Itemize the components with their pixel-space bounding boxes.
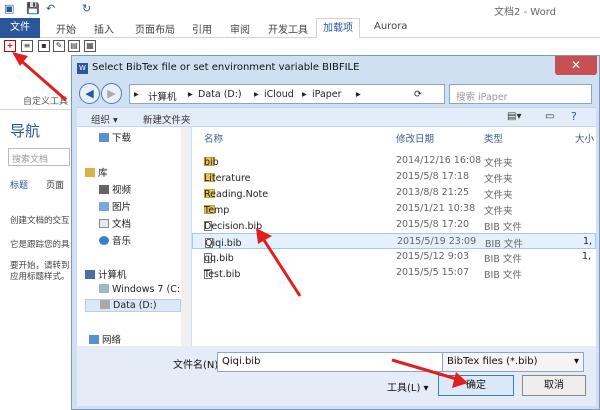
annotation-arrows <box>12 52 468 388</box>
arrow-to-ok <box>391 358 461 382</box>
arrow-to-file <box>260 236 302 297</box>
arrow-to-toolbar <box>17 56 67 102</box>
arrow-head <box>452 372 468 388</box>
